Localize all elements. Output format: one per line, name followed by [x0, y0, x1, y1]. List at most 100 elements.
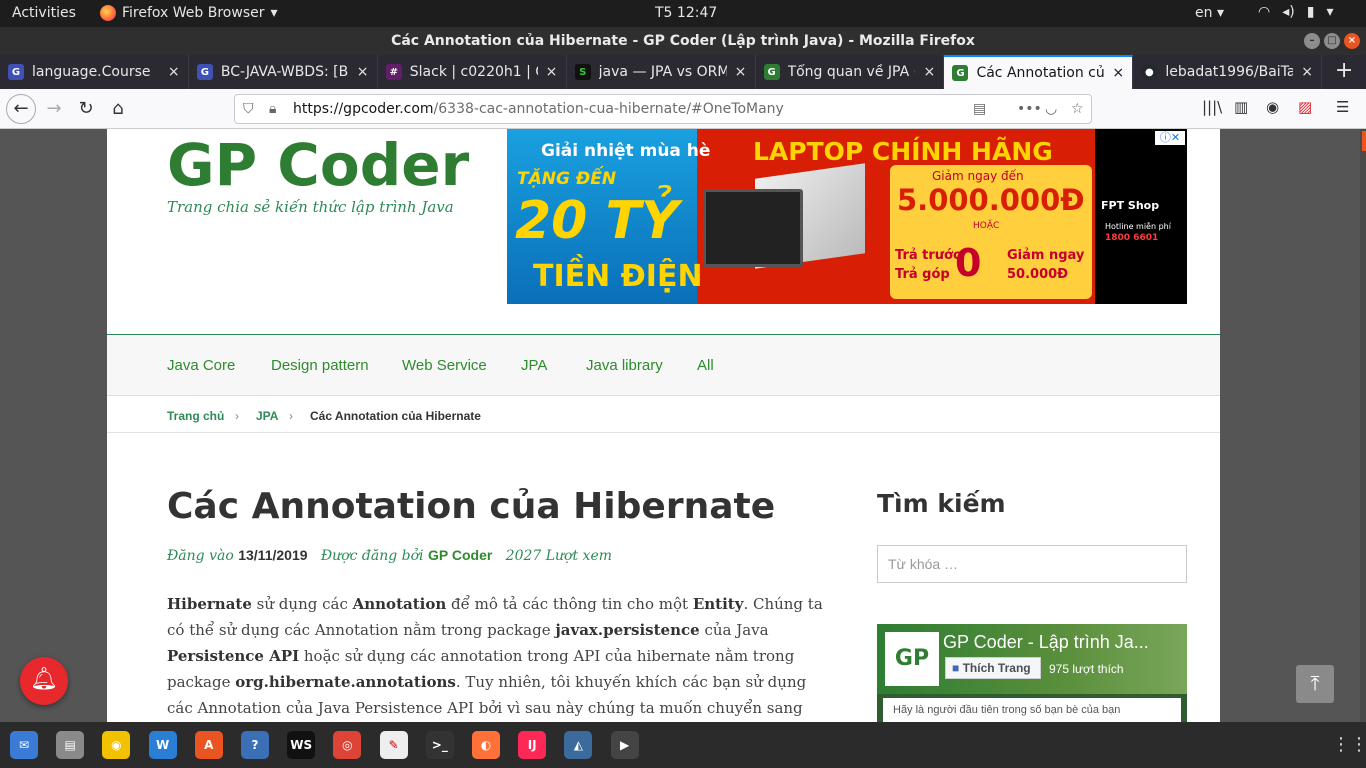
- help-icon[interactable]: ?: [241, 731, 269, 759]
- mysql-workbench-icon[interactable]: ◭: [564, 731, 593, 759]
- close-tab-icon[interactable]: ×: [168, 64, 180, 80]
- close-tab-icon[interactable]: ×: [357, 64, 369, 80]
- system-menu[interactable]: ◠ ◂) ▮ ▾: [1258, 4, 1333, 20]
- close-tab-icon[interactable]: ×: [1301, 64, 1313, 80]
- tab-strip: G language.Course × G BC-JAVA-WBDS: [Ba …: [0, 55, 1366, 89]
- thunderbird-icon[interactable]: ✉: [10, 731, 38, 759]
- breadcrumb-current: Các Annotation của Hibernate: [310, 409, 481, 423]
- browser-tab-active[interactable]: G Các Annotation của ×: [944, 55, 1134, 89]
- search-input[interactable]: [877, 545, 1187, 583]
- forward-button[interactable]: →: [40, 95, 68, 123]
- menu-icon[interactable]: ☰: [1336, 98, 1349, 116]
- show-applications-icon[interactable]: ⋮⋮⋮: [1332, 734, 1366, 755]
- browser-tab[interactable]: # Slack | c0220h1 | Co ×: [378, 55, 567, 89]
- tab-title: java — JPA vs ORM: [598, 64, 727, 80]
- back-button[interactable]: ←: [6, 94, 36, 124]
- input-language-menu[interactable]: en ▾: [1195, 5, 1224, 21]
- tracking-protection-icon[interactable]: ⛉: [243, 95, 254, 123]
- ad-right-panel: [1095, 129, 1187, 304]
- menu-item-web-service[interactable]: Web Service: [402, 357, 487, 374]
- menu-item-all[interactable]: All: [697, 357, 714, 374]
- site-logo[interactable]: GP Coder: [167, 131, 469, 199]
- intellij-icon[interactable]: IJ: [518, 731, 547, 759]
- posted-on-label: Đăng vào: [167, 548, 234, 564]
- pocket-icon[interactable]: ◡: [1045, 95, 1057, 123]
- page-actions-icon[interactable]: •••: [1017, 95, 1042, 123]
- close-window-button[interactable]: ×: [1344, 33, 1360, 49]
- facebook-page-widget[interactable]: GP GP Coder - Lập trình Ja... ■ Thích Tr…: [877, 624, 1187, 722]
- document-viewer-icon[interactable]: ✎: [379, 731, 408, 759]
- browser-tab[interactable]: G Tổng quan về JPA ( ×: [756, 55, 945, 89]
- back-to-top-button[interactable]: ⤒: [1296, 665, 1334, 703]
- menu-item-jpa[interactable]: JPA: [521, 357, 547, 374]
- laptop-image: [703, 189, 803, 267]
- breadcrumb-separator: ›: [289, 409, 293, 423]
- facebook-page-name[interactable]: GP Coder - Lập trình Ja...: [943, 632, 1149, 653]
- chrome-icon[interactable]: ◎: [333, 731, 362, 759]
- facebook-like-count: 975 lượt thích: [1049, 662, 1124, 676]
- app-menu-label: Firefox Web Browser: [122, 5, 265, 21]
- breadcrumb-home[interactable]: Trang chủ: [167, 409, 224, 423]
- webstorm-icon[interactable]: WS: [287, 731, 316, 759]
- scrollbar-thumb[interactable]: [1362, 131, 1366, 151]
- menu-item-java-library[interactable]: Java library: [586, 357, 663, 374]
- extension-icon[interactable]: ▨: [1298, 98, 1312, 116]
- minimize-button[interactable]: –: [1304, 33, 1320, 49]
- lock-icon[interactable]: 🔒︎: [269, 95, 276, 123]
- maximize-button[interactable]: □: [1324, 33, 1340, 49]
- ad-hotline: 1800 6601: [1105, 233, 1159, 243]
- window-title-bar: Các Annotation của Hibernate - GP Coder …: [0, 27, 1366, 55]
- libreoffice-writer-icon[interactable]: W: [148, 731, 177, 759]
- browser-tab[interactable]: S java — JPA vs ORM ×: [567, 55, 756, 89]
- terminal-icon[interactable]: >_: [425, 731, 454, 759]
- bold-term: Persistence API: [167, 647, 300, 665]
- tab-favicon-icon: G: [763, 64, 780, 80]
- facebook-like-button[interactable]: ■ Thích Trang: [945, 657, 1041, 679]
- ad-choices-icon[interactable]: ⓘ✕: [1155, 131, 1185, 145]
- post-date[interactable]: 13/11/2019: [238, 547, 307, 563]
- page-scrollbar[interactable]: [1360, 129, 1366, 722]
- close-tab-icon[interactable]: ×: [1112, 65, 1124, 81]
- files-icon[interactable]: ▤: [56, 731, 85, 759]
- home-button[interactable]: ⌂: [104, 95, 132, 123]
- account-icon[interactable]: ◉: [1266, 98, 1279, 116]
- bold-term: org.hibernate.annotations: [235, 673, 456, 691]
- browser-tab[interactable]: ● lebadat1996/BaiTap ×: [1133, 55, 1323, 89]
- tab-title: lebadat1996/BaiTap: [1165, 64, 1294, 80]
- reload-button[interactable]: ↻: [72, 95, 100, 123]
- software-center-icon[interactable]: A: [194, 731, 223, 759]
- menu-item-java-core[interactable]: Java Core: [167, 357, 235, 374]
- rhythmbox-icon[interactable]: ◉: [102, 731, 131, 759]
- menu-item-design-pattern[interactable]: Design pattern: [271, 357, 369, 374]
- github-icon: ●: [1141, 64, 1158, 80]
- notification-bell-icon[interactable]: 🔔︎: [20, 657, 68, 705]
- browser-tab[interactable]: G BC-JAVA-WBDS: [Ba ×: [189, 55, 378, 89]
- close-tab-icon[interactable]: ×: [923, 64, 935, 80]
- breadcrumb-category[interactable]: JPA: [256, 409, 278, 423]
- sidebar-icon[interactable]: ▥: [1234, 98, 1248, 116]
- firefox-icon[interactable]: ◐: [472, 731, 500, 759]
- post-author[interactable]: GP Coder: [428, 547, 492, 563]
- url-bar[interactable]: ⛉ 🔒︎ https://gpcoder.com/6338-cac-annota…: [234, 94, 1092, 124]
- library-icon[interactable]: |||\: [1202, 98, 1222, 116]
- ad-text: Giảm ngay đến: [932, 169, 1024, 183]
- ad-text: Trả trước: [895, 248, 961, 263]
- ad-text: 20 TỶ: [515, 191, 679, 251]
- activities-button[interactable]: Activities: [12, 5, 76, 21]
- bookmark-star-icon[interactable]: ☆: [1071, 95, 1084, 123]
- gnome-top-bar: Activities Firefox Web Browser ▾ T5 12:4…: [0, 0, 1366, 27]
- browser-tab[interactable]: G language.Course ×: [0, 55, 189, 89]
- clock[interactable]: T5 12:47: [655, 5, 717, 21]
- video-icon[interactable]: ▶: [610, 731, 639, 759]
- close-tab-icon[interactable]: ×: [735, 64, 747, 80]
- bold-term: Annotation: [352, 595, 447, 613]
- reader-view-icon[interactable]: ▤: [973, 95, 986, 123]
- close-tab-icon[interactable]: ×: [546, 64, 558, 80]
- like-label: Thích Trang: [962, 661, 1031, 675]
- app-menu[interactable]: Firefox Web Browser ▾: [100, 5, 278, 21]
- article-title: Các Annotation của Hibernate: [167, 486, 776, 527]
- advertisement-banner[interactable]: Giải nhiệt mùa hè TẶNG ĐẾN 20 TỶ TIỀN ĐI…: [507, 129, 1187, 304]
- facebook-page-thumbnail[interactable]: GP: [885, 632, 939, 686]
- new-tab-button[interactable]: +: [1322, 55, 1366, 89]
- main-navigation: Java Core Design pattern Web Service JPA…: [107, 334, 1220, 396]
